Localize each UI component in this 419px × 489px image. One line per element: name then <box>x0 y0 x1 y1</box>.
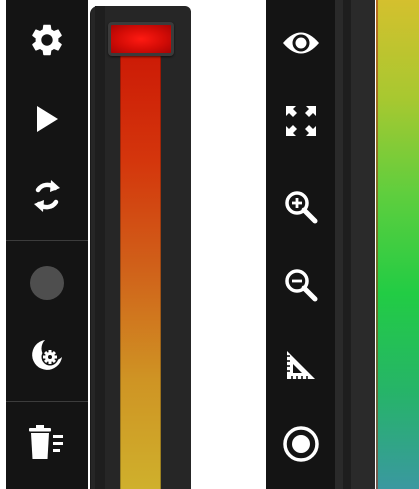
fit-to-screen-button[interactable] <box>266 98 335 144</box>
left-toolbar <box>6 0 88 489</box>
color-slider-handle[interactable] <box>108 22 174 56</box>
expand-arrows-icon <box>284 104 318 138</box>
panel-gutter <box>95 6 105 489</box>
refresh-icon <box>29 176 65 216</box>
record-button[interactable] <box>6 260 88 306</box>
trash-list-icon <box>27 423 67 461</box>
screenshot-stage <box>0 0 419 489</box>
left-color-scale-bar[interactable] <box>120 52 161 489</box>
zoom-in-icon <box>283 189 319 225</box>
toolbar-divider <box>6 240 88 241</box>
target-circle-icon <box>282 425 320 463</box>
refresh-button[interactable] <box>6 172 88 220</box>
visibility-button[interactable] <box>266 20 335 66</box>
zoom-out-icon <box>283 267 319 303</box>
theme-settings-button[interactable] <box>6 332 88 378</box>
target-button[interactable] <box>266 420 335 468</box>
eye-icon <box>281 28 321 58</box>
settings-button[interactable] <box>6 16 88 64</box>
panel-gutter <box>343 0 351 489</box>
delete-button[interactable] <box>6 418 88 466</box>
right-toolbar <box>266 0 335 489</box>
play-button[interactable] <box>6 97 88 141</box>
right-color-panel <box>335 0 375 489</box>
moon-gear-icon <box>30 338 64 372</box>
right-color-scale-bar[interactable] <box>376 0 419 489</box>
zoom-in-button[interactable] <box>266 184 335 230</box>
measure-button[interactable] <box>266 342 335 388</box>
toolbar-divider <box>6 401 88 402</box>
zoom-out-button[interactable] <box>266 262 335 308</box>
set-square-icon <box>283 347 319 383</box>
play-icon <box>34 104 60 134</box>
record-dot-icon <box>29 265 65 301</box>
gear-icon <box>28 21 66 59</box>
